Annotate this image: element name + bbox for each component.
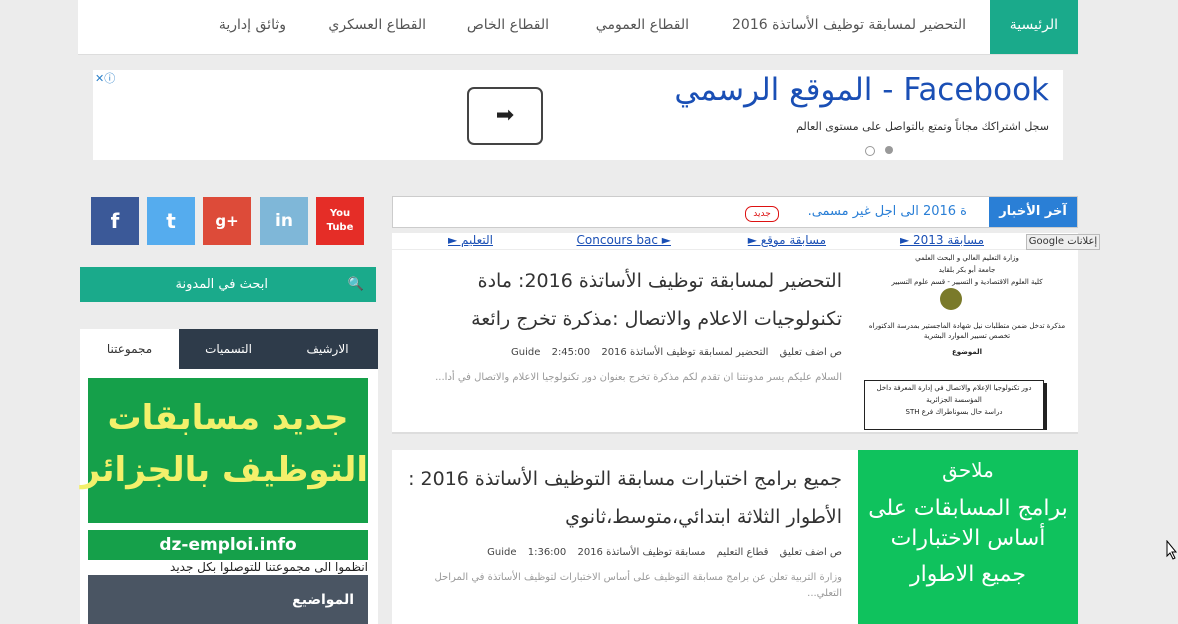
ad-link[interactable]: مسابقة موقع ►: [748, 233, 826, 247]
post-author[interactable]: Guide: [511, 347, 540, 358]
news-text[interactable]: ة 2016 الى اجل غير مسمى.: [808, 197, 967, 227]
googleplus-icon[interactable]: g+: [203, 197, 251, 245]
linkedin-icon[interactable]: in: [260, 197, 308, 245]
nav-military-sector[interactable]: القطاع العسكري: [328, 0, 426, 54]
ad-title[interactable]: Facebook - الموقع الرسمي: [674, 72, 1049, 108]
post-thumbnail[interactable]: وزارة التعليم العالي و البحث العلمي جامع…: [856, 250, 1078, 430]
ad-subtitle: سجل اشتراكك مجاناً وتمتع بالتواصل على مس…: [796, 120, 1049, 133]
mouse-cursor-icon: [1166, 540, 1178, 560]
nav-home[interactable]: الرئيسية: [989, 0, 1078, 54]
google-ads-label[interactable]: Google إعلانات: [1026, 234, 1100, 250]
post-card: التحضير لمسابقة توظيف الأساتذة 2016: ماد…: [392, 250, 1078, 434]
post-excerpt: وزارة التربية تعلن عن برامج مسابقة التوظ…: [434, 572, 842, 599]
tab-group[interactable]: مجموعتنا: [80, 329, 179, 369]
ad-links: مسابقة 2013 ► مسابقة موقع ► Concours bac…: [392, 233, 1078, 249]
new-badge: جديد: [745, 206, 779, 222]
news-ticker: آخر الأخبار ة 2016 الى اجل غير مسمى. جدي…: [392, 196, 1078, 228]
nav-admin-docs[interactable]: وثائق إدارية: [219, 0, 286, 54]
ad-arrow-button[interactable]: ➡: [467, 87, 543, 145]
post-card: جميع برامج اختبارات مسابقة التوظيف الأسا…: [392, 450, 1078, 624]
join-group-text: انظموا الى مجموعتنا للتوصلوا بكل جديد: [170, 560, 368, 574]
post-time: 1:36:00: [527, 547, 567, 558]
ad-banner[interactable]: ✕ⓘ Facebook - الموقع الرسمي سجل اشتراكك …: [93, 70, 1063, 160]
topics-widget: المواضيع: [88, 575, 368, 624]
search-icon[interactable]: 🔍: [348, 267, 364, 302]
banner-url[interactable]: dz-emploi.info: [88, 530, 368, 560]
post-time: 2:45:00: [551, 347, 591, 358]
comment-link[interactable]: ص اضف تعليق: [780, 547, 842, 558]
post-category[interactable]: التحضير لمسابقة توظيف الأساتذة 2016: [601, 347, 768, 358]
ad-link[interactable]: مسابقة 2013 ►: [900, 233, 984, 247]
main-nav: الرئيسية التحضير لمسابقة توظيف الأساتذة …: [78, 0, 1078, 55]
comment-link[interactable]: ص اضف تعليق: [780, 347, 842, 358]
nav-teacher-exam[interactable]: التحضير لمسابقة توظيف الأساتذة 2016: [732, 0, 966, 54]
carousel-dot[interactable]: [865, 146, 875, 156]
university-logo-icon: [940, 288, 962, 310]
post-thumbnail[interactable]: ملاحق برامج المسابقات على أساس الاختبارا…: [858, 450, 1078, 624]
banner-line: التوظيف بالجزائر: [80, 450, 368, 490]
nav-private-sector[interactable]: القطاع الخاص: [467, 0, 549, 54]
news-label: آخر الأخبار: [989, 197, 1077, 227]
twitter-icon[interactable]: t: [147, 197, 195, 245]
youtube-icon[interactable]: You Tube: [316, 197, 364, 245]
facebook-icon[interactable]: f: [91, 197, 139, 245]
nav-public-sector[interactable]: القطاع العمومي: [596, 0, 689, 54]
post-category[interactable]: قطاع التعليم: [717, 547, 769, 558]
post-title[interactable]: التحضير لمسابقة توظيف الأساتذة 2016: ماد…: [392, 262, 842, 338]
post-meta: ص اضف تعليق قطاع التعليم مسابقة توظيف ال…: [479, 547, 842, 558]
post-category[interactable]: مسابقة توظيف الأساتذة 2016: [577, 547, 705, 558]
carousel-dot-active[interactable]: [885, 146, 893, 154]
group-banner-image[interactable]: جديد مسابقات التوظيف بالجزائر: [80, 378, 368, 523]
ad-close-info-icon[interactable]: ✕ⓘ: [95, 70, 115, 86]
thumbnail-frame: [864, 380, 1044, 430]
post-excerpt: السلام عليكم يسر مدونتنا ان تقدم لكم مذك…: [435, 372, 842, 383]
post-title[interactable]: جميع برامج اختبارات مسابقة التوظيف الأسا…: [392, 460, 842, 536]
post-meta: ص اضف تعليق التحضير لمسابقة توظيف الأسات…: [503, 347, 842, 358]
arrow-icon: ➡: [495, 103, 515, 128]
sidebar-tabs: مجموعتنا التسميات الارشيف: [80, 329, 378, 369]
tab-archive[interactable]: الارشيف: [278, 329, 377, 369]
banner-line: جديد مسابقات: [107, 398, 349, 438]
tab-labels[interactable]: التسميات: [179, 329, 278, 369]
next-thumbnail-edge: [858, 617, 1078, 624]
topics-title: المواضيع: [292, 592, 354, 608]
post-author[interactable]: Guide: [487, 547, 516, 558]
search-label: ابحث في المدونة: [175, 277, 268, 292]
ad-link[interactable]: التعليم ►: [448, 233, 493, 247]
blog-search[interactable]: ابحث في المدونة 🔍: [80, 267, 376, 302]
ad-link[interactable]: Concours bac ►: [577, 233, 671, 247]
